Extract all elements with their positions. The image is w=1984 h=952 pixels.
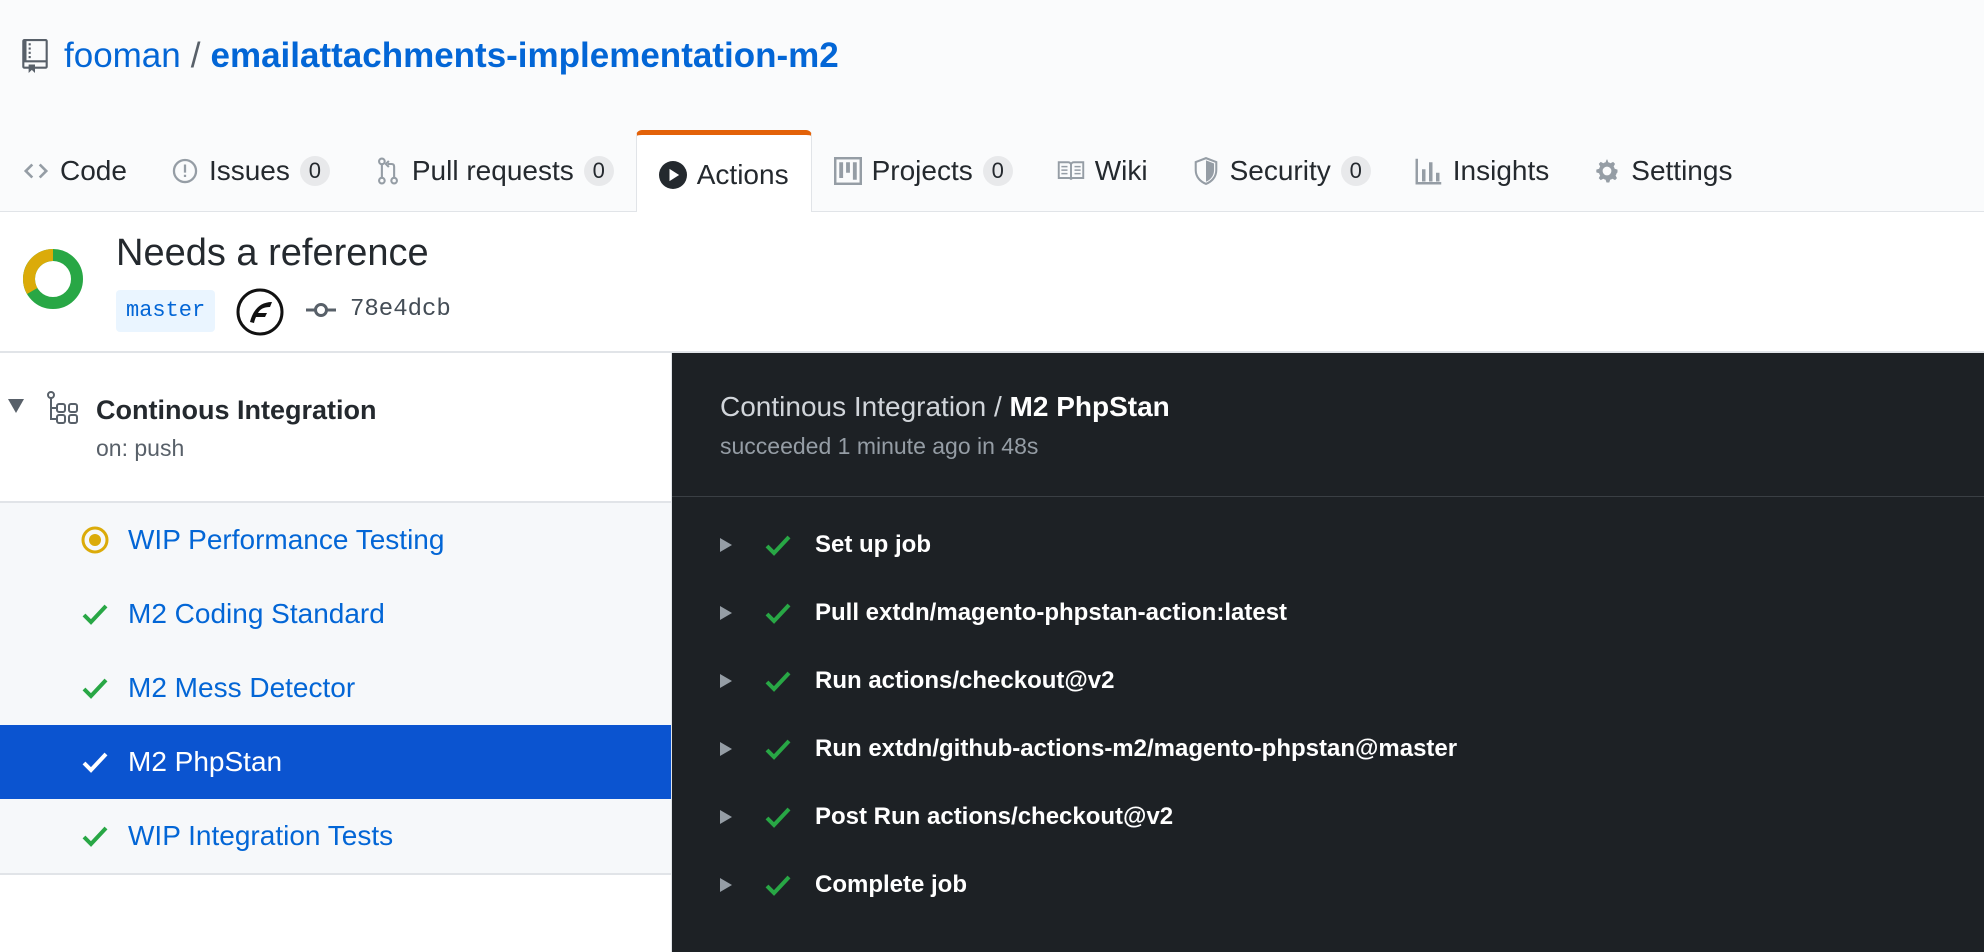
tab-wiki[interactable]: Wiki (1035, 130, 1170, 212)
issues-count-badge: 0 (299, 156, 330, 186)
log-header: Continous Integration / M2 PhpStan succe… (672, 353, 1984, 497)
repo-icon (22, 39, 48, 73)
tab-label: Code (60, 155, 127, 186)
workflow-name: Continous Integration (96, 395, 377, 425)
pull-requests-count-badge: 0 (583, 156, 614, 186)
check-icon (765, 603, 791, 624)
triangle-right-icon[interactable] (720, 742, 732, 756)
step-row[interactable]: Complete job (672, 851, 1984, 919)
job-item-wip-performance-testing[interactable]: WIP Performance Testing (0, 503, 671, 577)
check-icon (765, 535, 791, 556)
step-label: Run actions/checkout@v2 (815, 667, 1115, 694)
step-label: Complete job (815, 871, 968, 898)
branch-tag[interactable]: master (116, 290, 216, 332)
job-label: M2 Coding Standard (128, 598, 385, 629)
issue-icon (171, 157, 199, 185)
triangle-right-icon[interactable] (720, 810, 732, 824)
triangle-right-icon[interactable] (720, 878, 732, 892)
tab-pull-requests[interactable]: Pull requests 0 (352, 130, 636, 212)
tab-projects[interactable]: Projects 0 (812, 130, 1035, 212)
tab-security[interactable]: Security 0 (1170, 130, 1393, 212)
shield-icon (1192, 157, 1220, 185)
projects-count-badge: 0 (982, 156, 1013, 186)
step-label: Post Run actions/checkout@v2 (815, 803, 1174, 830)
tab-label: Wiki (1094, 155, 1148, 186)
tab-actions[interactable]: Actions (635, 130, 812, 214)
in-progress-icon (80, 525, 110, 555)
pull-request-icon (374, 157, 402, 185)
tab-label: Issues (208, 155, 290, 186)
job-log-panel: Continous Integration / M2 PhpStan succe… (672, 353, 1984, 952)
check-icon (765, 807, 791, 828)
job-item-wip-integration-tests[interactable]: WIP Integration Tests (0, 799, 671, 873)
tab-label: Security (1229, 155, 1331, 186)
step-row[interactable]: Pull extdn/magento-phpstan-action:latest (672, 579, 1984, 647)
repo-name-link[interactable]: emailattachments-implementation-m2 (210, 36, 838, 76)
job-label: WIP Performance Testing (128, 524, 445, 555)
step-row[interactable]: Run actions/checkout@v2 (672, 647, 1984, 715)
job-item-m2-phpstan[interactable]: M2 PhpStan (0, 725, 671, 799)
repo-title: fooman / emailattachments-implementation… (22, 34, 839, 78)
workflow-sidebar: Continous Integration on: push WIP Perfo… (0, 353, 672, 952)
check-icon (80, 747, 110, 777)
tab-label: Projects (871, 155, 973, 186)
job-label: M2 Mess Detector (128, 672, 356, 703)
job-list: WIP Performance Testing M2 Coding Standa… (0, 503, 671, 875)
tab-label: Settings (1631, 155, 1733, 186)
log-status: succeeded 1 minute ago in 48s (720, 433, 1039, 459)
log-job-name: M2 PhpStan (1009, 391, 1170, 422)
run-title: Needs a reference (116, 232, 429, 274)
play-icon (658, 160, 687, 189)
log-title: Continous Integration / M2 PhpStan (720, 391, 1170, 423)
step-label: Run extdn/github-actions-m2/magento-phps… (815, 735, 1458, 762)
workflow-header[interactable]: Continous Integration on: push (0, 353, 671, 503)
step-label: Pull extdn/magento-phpstan-action:latest (815, 599, 1288, 626)
run-status-in-progress-icon (23, 249, 83, 309)
tab-label: Actions (696, 158, 789, 190)
check-icon (80, 821, 110, 851)
check-icon (765, 671, 791, 692)
step-row[interactable]: Post Run actions/checkout@v2 (672, 783, 1984, 851)
step-list: Set up job Pull extdn/magento-phpstan-ac… (672, 511, 1984, 919)
check-icon (80, 673, 110, 703)
triangle-right-icon[interactable] (720, 538, 732, 552)
job-item-m2-coding-standard[interactable]: M2 Coding Standard (0, 577, 671, 651)
run-summary: Needs a reference master 78e4dcb (0, 212, 1984, 353)
graph-icon (1415, 157, 1443, 185)
tab-code[interactable]: Code (0, 130, 149, 212)
tab-insights[interactable]: Insights (1393, 130, 1572, 212)
avatar[interactable] (236, 288, 284, 336)
check-icon (765, 739, 791, 760)
step-label: Set up job (815, 531, 931, 558)
tab-settings[interactable]: Settings (1571, 130, 1754, 212)
book-icon (1057, 157, 1085, 185)
check-icon (80, 599, 110, 629)
workflow-icon (47, 391, 78, 424)
repo-nav-tabs: Code Issues 0 Pull requests 0 Actions Pr… (0, 130, 1754, 214)
repo-owner-link[interactable]: fooman (64, 36, 181, 76)
workflow-trigger: on: push (96, 435, 185, 461)
repo-separator: / (190, 36, 201, 75)
triangle-right-icon[interactable] (720, 674, 732, 688)
step-row[interactable]: Set up job (672, 511, 1984, 579)
repo-header: fooman / emailattachments-implementation… (0, 0, 1984, 214)
tab-issues[interactable]: Issues 0 (149, 130, 352, 212)
commit-icon (306, 303, 336, 317)
security-count-badge: 0 (1340, 156, 1371, 186)
triangle-right-icon[interactable] (720, 606, 732, 620)
check-icon (765, 875, 791, 896)
tab-label: Insights (1452, 155, 1550, 186)
commit-sha-link[interactable]: 78e4dcb (350, 292, 451, 328)
gear-icon (1593, 157, 1621, 185)
code-icon (22, 157, 50, 185)
job-item-m2-mess-detector[interactable]: M2 Mess Detector (0, 651, 671, 725)
job-label: WIP Integration Tests (128, 820, 394, 851)
job-label: M2 PhpStan (128, 746, 283, 777)
tab-label: Pull requests (411, 155, 574, 186)
project-icon (833, 157, 862, 185)
triangle-down-icon[interactable] (8, 399, 24, 413)
log-workflow-prefix: Continous Integration / (720, 391, 1010, 422)
step-row[interactable]: Run extdn/github-actions-m2/magento-phps… (672, 715, 1984, 783)
